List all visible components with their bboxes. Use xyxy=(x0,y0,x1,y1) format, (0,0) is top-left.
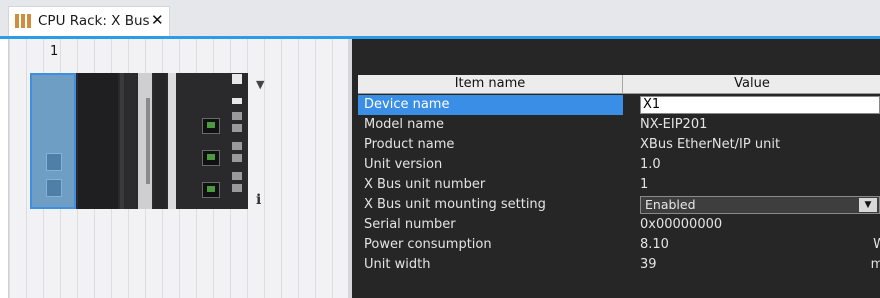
property-value: 8.10 xyxy=(640,237,669,252)
property-name: X Bus unit number xyxy=(364,177,486,192)
status-led-icon xyxy=(232,154,242,162)
property-name: Serial number xyxy=(364,217,456,232)
connector-icon xyxy=(46,153,62,171)
tab-strip: CPU Rack: X Bus ✕ xyxy=(0,0,880,36)
table-row[interactable]: X Bus unit mounting setting Enabled ▼ xyxy=(358,195,880,215)
tab-cpu-rack[interactable]: CPU Rack: X Bus ✕ xyxy=(8,6,170,36)
info-icon[interactable]: i xyxy=(256,192,261,208)
property-value: 1.0 xyxy=(640,157,661,172)
unit-divider xyxy=(120,73,124,209)
status-led-icon xyxy=(232,172,242,180)
rack-unit-block[interactable] xyxy=(126,73,136,209)
unit-label: W xyxy=(873,237,880,252)
rack-unit-block[interactable] xyxy=(78,73,118,209)
chevron-down-icon[interactable]: ▼ xyxy=(256,78,264,91)
unit-divider xyxy=(168,73,176,209)
unit-divider xyxy=(146,98,150,184)
table-row[interactable]: Product name XBus EtherNet/IP unit xyxy=(358,135,880,155)
device-name-field[interactable]: X1 xyxy=(640,96,880,114)
property-value-cell: 39 mm xyxy=(640,255,880,275)
property-value-cell: 8.10 W xyxy=(640,235,880,255)
property-name: Power consumption xyxy=(364,237,492,252)
property-value: NX-EIP201 xyxy=(640,117,708,132)
column-header-value[interactable]: Value xyxy=(624,75,880,94)
tab-title: CPU Rack: X Bus xyxy=(38,13,150,29)
status-led-icon xyxy=(232,124,242,132)
status-led-icon xyxy=(232,142,242,150)
unit-label xyxy=(232,74,242,84)
selected-unit[interactable] xyxy=(30,73,76,209)
property-panel: Item name Value Device name X1 Model nam… xyxy=(352,39,880,298)
close-icon[interactable]: ✕ xyxy=(151,11,164,29)
table-row[interactable]: X Bus unit number 1 xyxy=(358,175,880,195)
property-name: Product name xyxy=(364,137,455,152)
rack-icon xyxy=(15,14,31,28)
slot-number: 1 xyxy=(50,44,59,59)
select-value: Enabled xyxy=(645,197,696,212)
rack-unit-block[interactable] xyxy=(154,73,166,209)
property-name: Unit version xyxy=(364,157,443,172)
ethernet-port-icon xyxy=(202,150,220,166)
property-value: 39 xyxy=(640,257,657,272)
property-name: Model name xyxy=(364,117,445,132)
property-value: 1 xyxy=(640,177,649,192)
status-led-icon xyxy=(232,112,242,120)
unit-label: mm xyxy=(870,257,880,272)
property-value: XBus EtherNet/IP unit xyxy=(640,137,781,152)
table-row[interactable]: Serial number 0x00000000 xyxy=(358,215,880,235)
table-header: Item name Value xyxy=(358,75,880,94)
property-name: Device name xyxy=(358,95,623,115)
column-header-item-name[interactable]: Item name xyxy=(358,75,623,94)
ethernet-port-icon xyxy=(202,182,220,198)
unit-label xyxy=(232,98,242,104)
property-value: 0x00000000 xyxy=(640,217,723,232)
status-led-icon xyxy=(232,184,242,192)
table-row[interactable]: Model name NX-EIP201 xyxy=(358,115,880,135)
connector-icon xyxy=(46,179,62,197)
ethernet-port-icon xyxy=(202,118,220,134)
mounting-setting-select[interactable]: Enabled ▼ xyxy=(640,196,880,214)
property-name: Unit width xyxy=(364,257,431,272)
table-row[interactable]: Power consumption 8.10 W xyxy=(358,235,880,255)
chevron-down-icon[interactable]: ▼ xyxy=(859,198,877,212)
property-name: X Bus unit mounting setting xyxy=(364,197,546,212)
table-row[interactable]: Unit width 39 mm xyxy=(358,255,880,275)
table-row[interactable]: Device name X1 xyxy=(358,95,880,115)
table-row[interactable]: Unit version 1.0 xyxy=(358,155,880,175)
